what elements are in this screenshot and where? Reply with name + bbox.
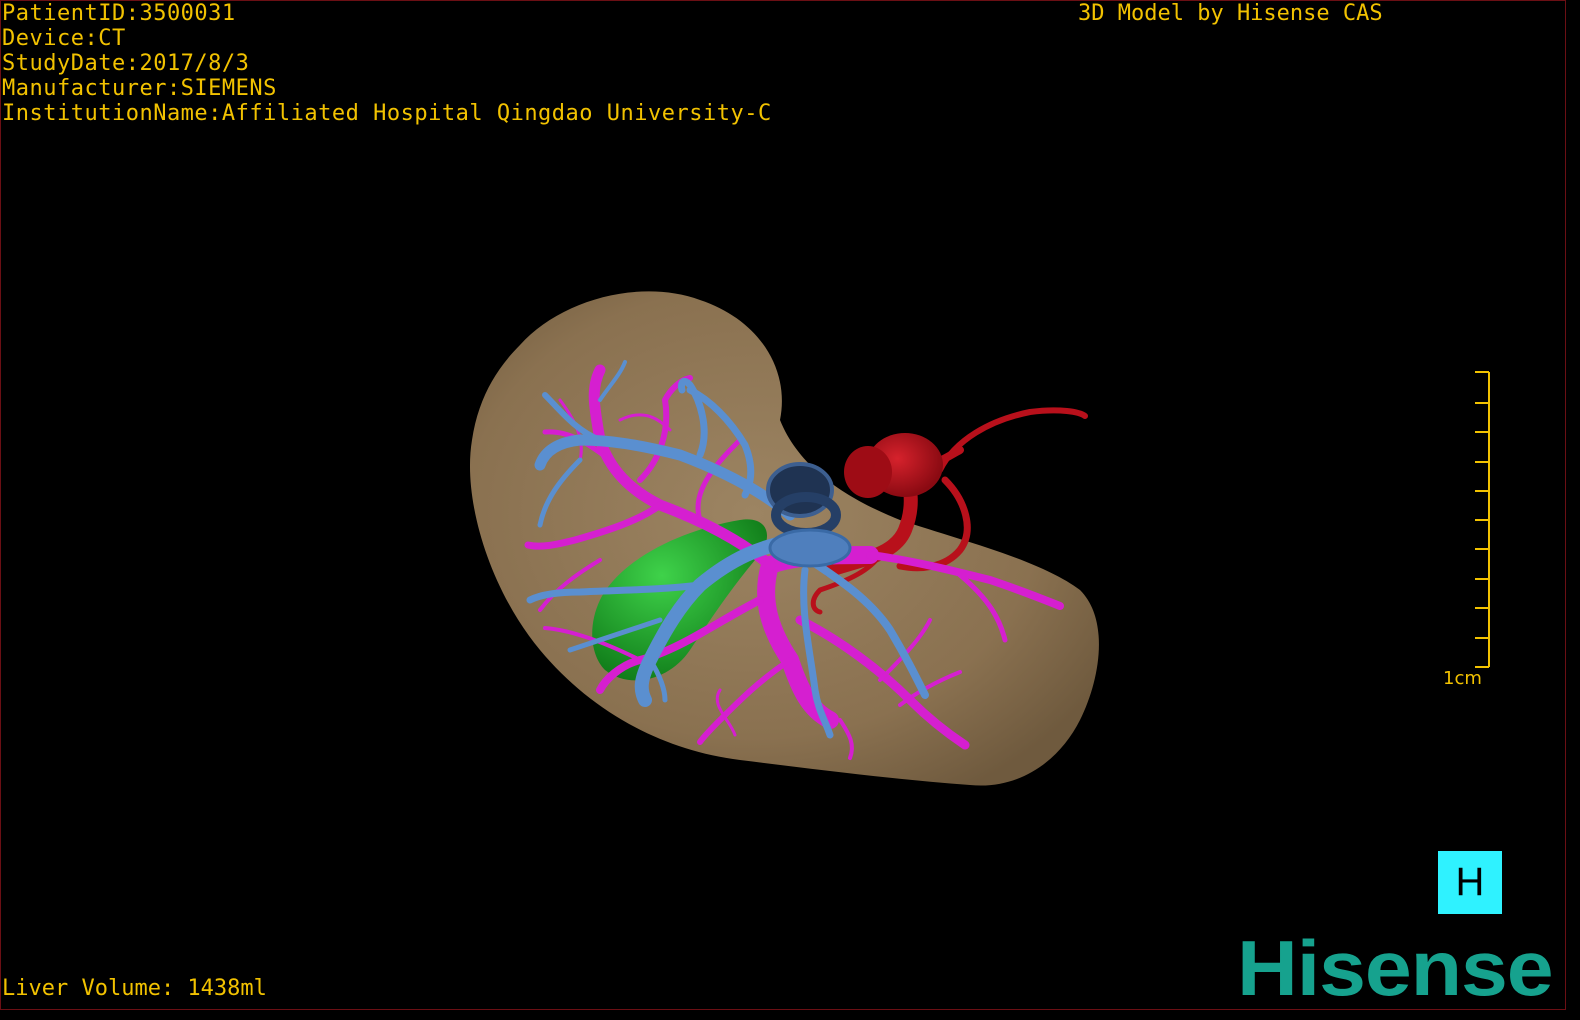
hisense-logo: Hisense xyxy=(1237,924,1554,1012)
study-date: StudyDate:2017/8/3 xyxy=(2,51,250,76)
3d-liver-model[interactable] xyxy=(0,0,1580,1020)
device: Device:CT xyxy=(2,26,126,51)
aneurysm-secondary xyxy=(844,446,892,498)
liver-volume: Liver Volume: 1438ml xyxy=(2,976,267,1001)
manufacturer: Manufacturer:SIEMENS xyxy=(2,76,277,101)
institution-name: InstitutionName:Affiliated Hospital Qing… xyxy=(2,101,772,126)
scale-bar xyxy=(1475,371,1490,668)
model-credit: 3D Model by Hisense CAS xyxy=(1078,1,1383,26)
study-info-overlay: PatientID:3500031 Device:CT StudyDate:20… xyxy=(2,1,772,126)
scale-bar-label: 1cm xyxy=(1443,668,1482,689)
inferior-vena-cava xyxy=(766,462,852,568)
patient-id: PatientID:3500031 xyxy=(2,1,236,26)
view-h-button[interactable]: H xyxy=(1438,851,1502,914)
